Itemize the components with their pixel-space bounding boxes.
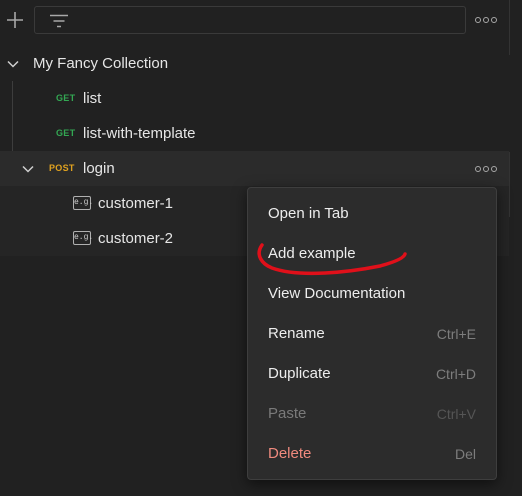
shortcut-hint: Ctrl+V xyxy=(436,406,476,422)
panel-divider xyxy=(509,152,510,217)
request-name: login xyxy=(83,160,115,177)
chevron-down-icon[interactable] xyxy=(6,57,20,71)
shortcut-hint: Ctrl+E xyxy=(436,326,476,342)
menu-item-rename[interactable]: Rename Ctrl+E xyxy=(248,314,496,354)
method-badge-get: GET xyxy=(56,128,76,138)
request-row-login[interactable]: POST login xyxy=(0,151,509,186)
more-options-icon[interactable] xyxy=(474,10,498,30)
chevron-down-icon[interactable] xyxy=(21,162,35,176)
menu-item-view-documentation[interactable]: View Documentation xyxy=(248,274,496,314)
context-menu: Open in Tab Add example View Documentati… xyxy=(247,187,497,480)
example-name: customer-1 xyxy=(98,195,174,212)
filter-icon xyxy=(50,14,68,28)
menu-item-add-example[interactable]: Add example xyxy=(248,234,496,274)
menu-item-label: Duplicate xyxy=(268,365,331,382)
request-name: list-with-template xyxy=(83,125,196,142)
method-badge-get: GET xyxy=(56,93,76,103)
more-options-icon[interactable] xyxy=(474,159,498,179)
add-collection-button[interactable] xyxy=(4,8,26,32)
shortcut-hint: Ctrl+D xyxy=(435,366,476,382)
example-icon: e.g. xyxy=(73,231,93,245)
menu-item-label: Open in Tab xyxy=(268,205,349,222)
panel-divider xyxy=(509,0,510,55)
filter-search-box[interactable] xyxy=(34,6,466,34)
request-name: list xyxy=(83,90,102,107)
menu-item-open-in-tab[interactable]: Open in Tab xyxy=(248,194,496,234)
menu-item-delete[interactable]: Delete Del xyxy=(248,434,496,474)
menu-item-label: Delete xyxy=(268,445,312,462)
example-icon: e.g. xyxy=(73,196,93,210)
request-row-list-with-template[interactable]: GET list-with-template xyxy=(0,116,509,151)
menu-item-label: Paste xyxy=(268,405,307,422)
menu-item-label: Rename xyxy=(268,325,325,342)
plus-icon xyxy=(7,12,23,28)
collection-name: My Fancy Collection xyxy=(33,55,169,72)
method-badge-post: POST xyxy=(49,163,75,173)
collection-row[interactable]: My Fancy Collection xyxy=(0,46,509,81)
menu-item-duplicate[interactable]: Duplicate Ctrl+D xyxy=(248,354,496,394)
request-row-list[interactable]: GET list xyxy=(0,81,509,116)
menu-item-label: View Documentation xyxy=(268,285,406,302)
filter-input[interactable] xyxy=(77,11,461,31)
menu-item-label: Add example xyxy=(268,245,356,262)
menu-item-paste[interactable]: Paste Ctrl+V xyxy=(248,394,496,434)
shortcut-hint: Del xyxy=(454,446,476,462)
example-name: customer-2 xyxy=(98,230,174,247)
